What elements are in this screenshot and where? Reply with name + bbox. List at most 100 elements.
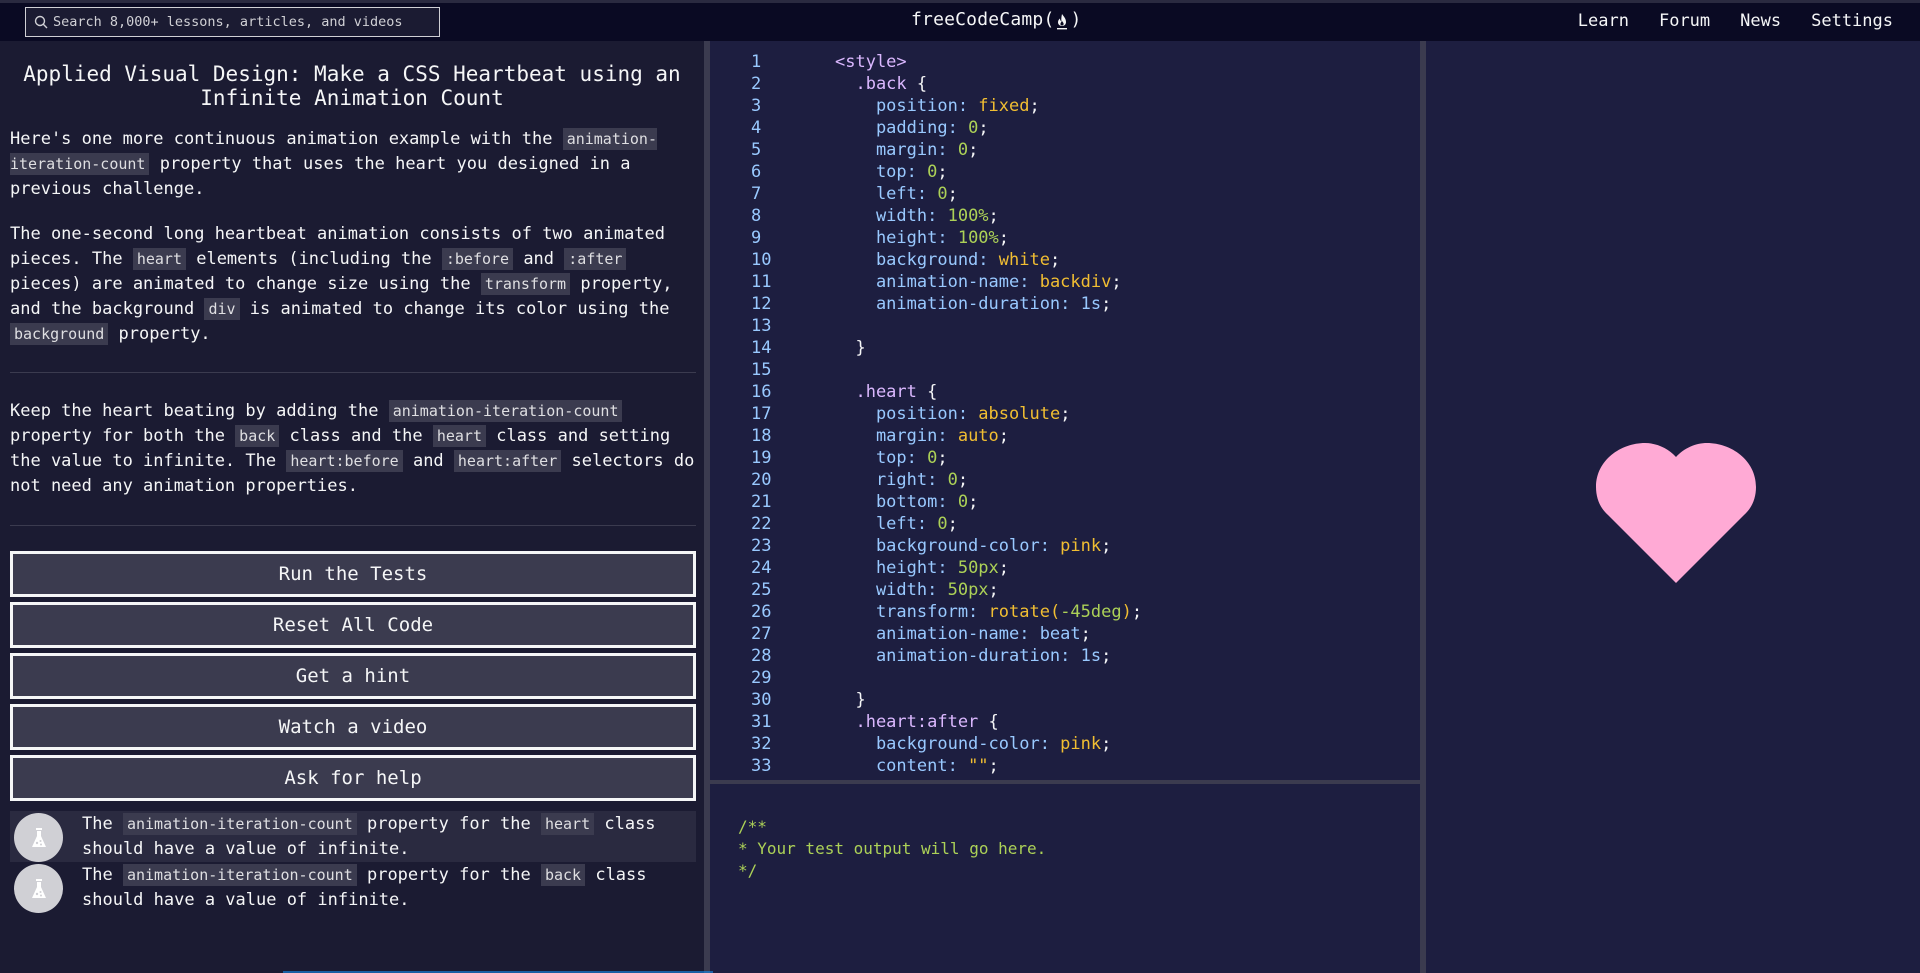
code-content: position: fixed;	[801, 95, 1040, 117]
code-content: height: 50px;	[801, 557, 1009, 579]
line-number: 14	[751, 338, 772, 358]
line-number: 28	[751, 646, 772, 666]
code-line[interactable]: 6 top: 0;	[710, 161, 1420, 183]
line-number: 26	[751, 602, 772, 622]
line-number: 6	[751, 162, 762, 182]
code-line[interactable]: 22 left: 0;	[710, 513, 1420, 535]
code-content: content: "";	[801, 755, 999, 777]
code-line[interactable]: 5 margin: 0;	[710, 139, 1420, 161]
text: and	[402, 451, 454, 471]
code-line[interactable]: 23 background-color: pink;	[710, 535, 1420, 557]
inline-code: heart:before	[286, 450, 403, 472]
code-line[interactable]: 13	[710, 315, 1420, 337]
reset-code-button[interactable]: Reset All Code	[10, 602, 696, 648]
code-token: pink	[1060, 536, 1102, 556]
code-token: position:	[835, 96, 979, 116]
line-number: 25	[751, 580, 772, 600]
code-token: .heart:after	[835, 712, 989, 732]
code-content: margin: 0;	[801, 139, 978, 161]
code-line[interactable]: 26 transform: rotate(-45deg);	[710, 601, 1420, 623]
heart-shape	[1596, 443, 1756, 583]
code-content: animation-duration: 1s;	[801, 293, 1111, 315]
code-line[interactable]: 31 .heart:after {	[710, 711, 1420, 733]
code-line[interactable]: 17 position: absolute;	[710, 403, 1420, 425]
logo-text-suffix: )	[1070, 9, 1082, 30]
code-token: .heart	[835, 382, 928, 402]
code-token: 50px	[957, 558, 999, 578]
code-line[interactable]: 32 background-color: pink;	[710, 733, 1420, 755]
code-content: width: 50px;	[801, 579, 999, 601]
code-token: top:	[835, 448, 928, 468]
code-content: transform: rotate(-45deg);	[801, 601, 1142, 623]
code-line[interactable]: 16 .heart {	[710, 381, 1420, 403]
test-item: The animation-iteration-count property f…	[10, 862, 696, 913]
code-line[interactable]: 8 width: 100%;	[710, 205, 1420, 227]
code-token: animation-duration: 1s	[835, 646, 1102, 666]
code-line[interactable]: 4 padding: 0;	[710, 117, 1420, 139]
code-content: left: 0;	[801, 183, 958, 205]
get-hint-button[interactable]: Get a hint	[10, 653, 696, 699]
test-text: The animation-iteration-count property f…	[82, 812, 696, 862]
fcc-logo[interactable]: freeCodeCamp( )	[911, 9, 1082, 30]
code-line[interactable]: 33 content: "";	[710, 755, 1420, 777]
code-line[interactable]: 12 animation-duration: 1s;	[710, 293, 1420, 315]
code-line[interactable]: 19 top: 0;	[710, 447, 1420, 469]
code-line[interactable]: 25 width: 50px;	[710, 579, 1420, 601]
code-line[interactable]: 2 .back {	[710, 73, 1420, 95]
run-tests-button[interactable]: Run the Tests	[10, 551, 696, 597]
code-token: rotate(	[988, 602, 1061, 622]
code-line[interactable]: 11 animation-name: backdiv;	[710, 271, 1420, 293]
code-line[interactable]: 30 }	[710, 689, 1420, 711]
code-line[interactable]: 18 margin: auto;	[710, 425, 1420, 447]
code-token: ;	[1131, 602, 1143, 622]
code-token: ;	[1029, 96, 1040, 116]
code-line[interactable]: 14 }	[710, 337, 1420, 359]
code-line[interactable]: 9 height: 100%;	[710, 227, 1420, 249]
code-token: ;	[1101, 646, 1112, 666]
search-box[interactable]	[25, 7, 440, 37]
code-line[interactable]: 29	[710, 667, 1420, 689]
test-suite: The animation-iteration-count property f…	[10, 811, 696, 913]
nav-learn[interactable]: Learn	[1578, 11, 1629, 31]
line-number: 20	[751, 470, 772, 490]
watch-video-button[interactable]: Watch a video	[10, 704, 696, 750]
code-content	[801, 359, 835, 381]
code-content: height: 100%;	[801, 227, 1009, 249]
code-line[interactable]: 1 <style>	[710, 51, 1420, 73]
code-token: 0	[937, 184, 948, 204]
nav-settings[interactable]: Settings	[1811, 11, 1893, 31]
logo-text-prefix: freeCodeCamp(	[911, 9, 1055, 30]
search-input[interactable]	[53, 14, 433, 30]
line-number: 10	[751, 250, 772, 270]
code-line[interactable]: 3 position: fixed;	[710, 95, 1420, 117]
code-editor[interactable]: 1 <style> 2 .back {3 position: fixed; 4 pad…	[710, 41, 1420, 780]
nav-forum[interactable]: Forum	[1659, 11, 1710, 31]
code-content: padding: 0;	[801, 117, 989, 139]
line-number: 7	[751, 184, 762, 204]
heart-preview	[1596, 440, 1756, 584]
code-token: ;	[1080, 624, 1091, 644]
code-token: margin:	[835, 426, 958, 446]
nav-news[interactable]: News	[1740, 11, 1781, 31]
code-line[interactable]: 20 right: 0;	[710, 469, 1420, 491]
code-content: .heart {	[801, 381, 937, 403]
ask-help-button[interactable]: Ask for help	[10, 755, 696, 801]
code-line[interactable]: 21 bottom: 0;	[710, 491, 1420, 513]
code-content	[801, 667, 835, 689]
code-content: animation-duration: 1s;	[801, 645, 1111, 667]
code-token: ;	[947, 514, 958, 534]
code-line[interactable]: 15	[710, 359, 1420, 381]
test-output-text: /** * Your test output will go here. */	[738, 817, 1047, 880]
text: property for the	[356, 865, 541, 885]
line-number: 15	[751, 360, 772, 380]
instructions-panel: Applied Visual Design: Make a CSS Heartb…	[0, 41, 704, 973]
code-line[interactable]: 10 background: white;	[710, 249, 1420, 271]
code-line[interactable]: 28 animation-duration: 1s;	[710, 645, 1420, 667]
code-line[interactable]: 27 animation-name: beat;	[710, 623, 1420, 645]
text: property for both the	[10, 426, 236, 446]
code-line[interactable]: 7 left: 0;	[710, 183, 1420, 205]
inline-code: heart	[540, 813, 595, 835]
text: is animated to change its color using th…	[239, 299, 670, 319]
code-token: ;	[968, 492, 979, 512]
code-line[interactable]: 24 height: 50px;	[710, 557, 1420, 579]
